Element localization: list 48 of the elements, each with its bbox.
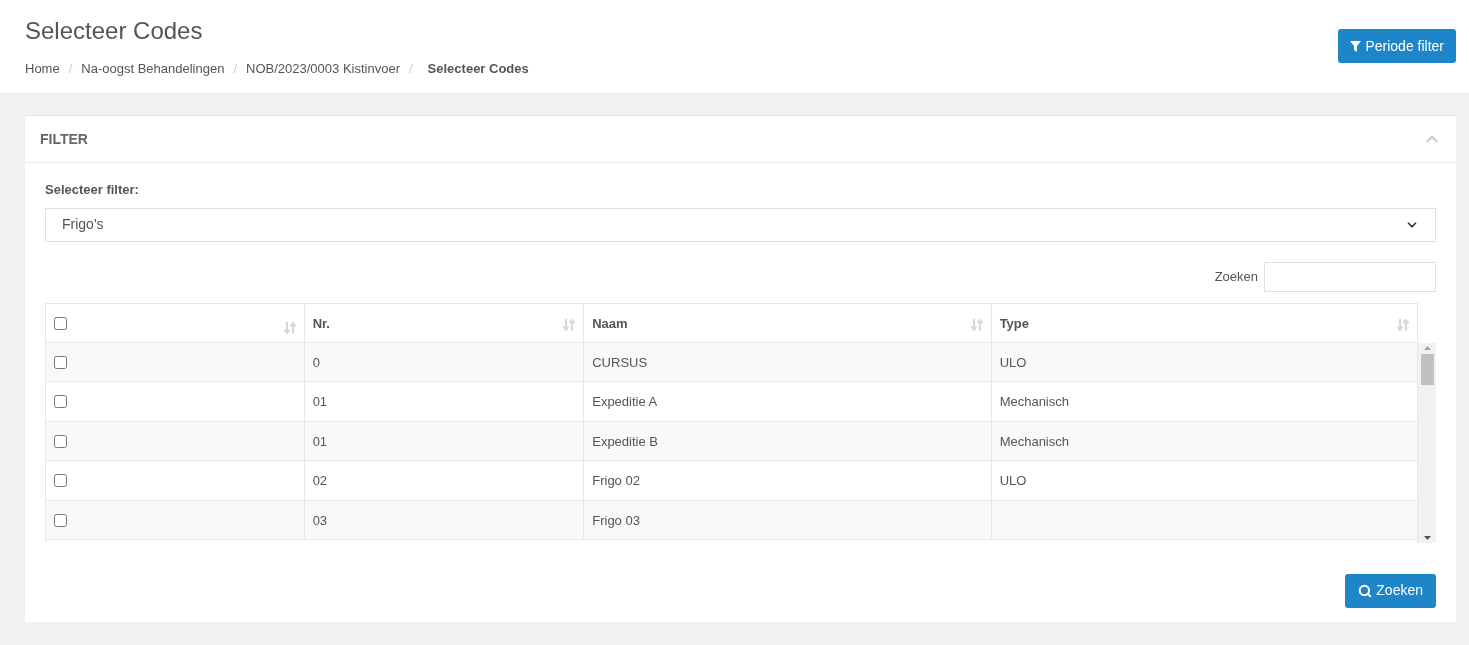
sort-icon[interactable] [1397,317,1409,332]
table-cell: Expeditie B [592,433,658,449]
table-cell: Mechanisch [999,394,1069,409]
table-cell: 0 [312,354,320,370]
table-cell: ULO [999,354,1027,370]
table-cell: 03 [312,512,328,528]
column-header[interactable]: Type [999,313,1029,333]
table-cell: CURSUS [592,354,648,370]
search-icon [1358,583,1373,598]
breadcrumb-link[interactable]: NOB/2023/0003 Kistinvoer [246,59,400,79]
scrollbar[interactable] [1418,342,1436,543]
column-header[interactable]: Nr. [312,313,330,333]
table-cell: Frigo 03 [592,512,640,528]
column-header[interactable]: Naam [592,313,628,333]
sort-icon[interactable] [563,317,576,332]
checkbox[interactable] [54,316,67,330]
table-cell: ULO [999,473,1027,488]
panel-title: FILTER [40,129,88,149]
checkbox[interactable] [54,434,67,448]
breadcrumb-separator: / [408,60,414,78]
search-field[interactable] [1264,261,1436,292]
table-cell: 01 [312,394,328,409]
breadcrumb-separator: / [232,60,239,78]
table-cell: Frigo 02 [592,473,640,488]
scroll-up-icon[interactable] [1423,345,1431,350]
scrollbar-thumb[interactable] [1420,353,1434,385]
filter-label: Selecteer filter: [45,181,140,199]
scroll-down-icon[interactable] [1423,535,1431,540]
breadcrumb-link[interactable]: Home [25,59,60,79]
breadcrumb-link[interactable]: Na-oogst Behandelingen [81,59,225,79]
table-cell: 02 [312,473,328,488]
filter-icon [1350,40,1362,52]
checkbox[interactable] [54,395,67,408]
period-filter-button[interactable]: Periode filter [1338,29,1456,63]
breadcrumb-separator: / [67,60,74,78]
table-cell: 01 [312,433,328,449]
search-button[interactable]: Zoeken [1345,573,1436,608]
sort-icon[interactable] [283,320,296,335]
sort-icon[interactable] [970,317,983,332]
table-cell: Mechanisch [999,433,1069,449]
page-title: Selecteer Codes [25,16,204,46]
filter-select[interactable]: Frigo's [45,207,1436,242]
checkbox[interactable] [54,355,67,369]
search-label: Zoeken [1214,267,1258,286]
breadcrumb-link[interactable]: Selecteer Codes [421,59,529,79]
checkbox[interactable] [54,513,67,527]
checkbox[interactable] [54,474,67,487]
table-cell: Expeditie A [592,394,658,409]
